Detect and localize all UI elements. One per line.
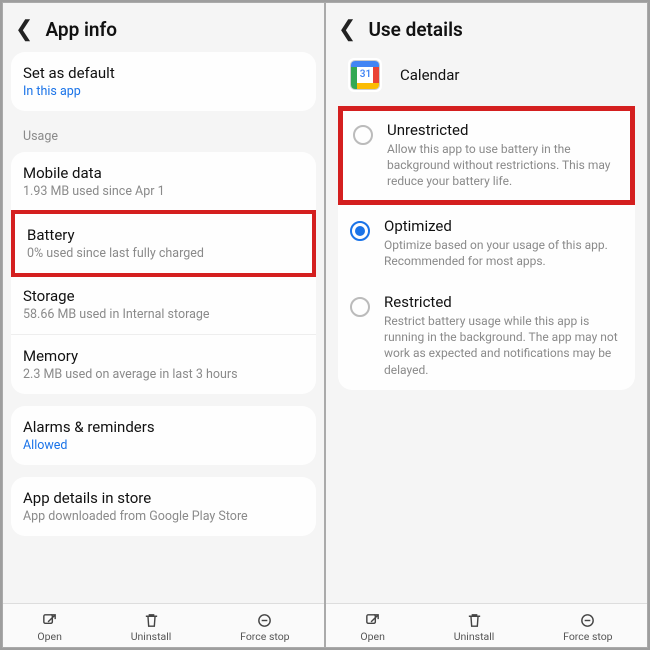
uninstall-button[interactable]: Uninstall (448, 610, 501, 645)
item-sub: 2.3 MB used on average in last 3 hours (23, 367, 304, 382)
app-name: Calendar (400, 66, 460, 84)
force-stop-label: Force stop (563, 630, 612, 643)
option-title: Optimized (384, 217, 623, 235)
open-button[interactable]: Open (354, 610, 391, 645)
header: ❮ App info (3, 3, 324, 52)
uninstall-button[interactable]: Uninstall (125, 610, 178, 645)
item-title: Storage (23, 287, 304, 305)
app-info-screen: ❮ App info Set as default In this app Us… (2, 2, 325, 648)
trash-icon (466, 612, 483, 629)
force-stop-icon (579, 612, 596, 629)
option-sub: Optimize based on your usage of this app… (384, 237, 623, 269)
item-title: Set as default (23, 64, 304, 82)
item-title: App details in store (23, 489, 304, 507)
optimized-option[interactable]: Optimized Optimize based on your usage o… (338, 205, 635, 281)
uninstall-label: Uninstall (454, 630, 495, 643)
option-title: Unrestricted (387, 121, 620, 139)
item-sub: In this app (23, 84, 304, 99)
open-label: Open (360, 630, 385, 643)
calendar-day: 31 (358, 68, 373, 83)
alarms-reminders-row[interactable]: Alarms & reminders Allowed (11, 406, 316, 465)
storage-row[interactable]: Storage 58.66 MB used in Internal storag… (11, 275, 316, 335)
uninstall-label: Uninstall (131, 630, 172, 643)
item-sub: App downloaded from Google Play Store (23, 509, 304, 524)
mobile-data-row[interactable]: Mobile data 1.93 MB used since Apr 1 (11, 152, 316, 212)
use-details-screen: ❮ Use details 31 Calendar Unrestricted (325, 2, 648, 648)
item-sub: 1.93 MB used since Apr 1 (23, 184, 304, 199)
force-stop-button[interactable]: Force stop (557, 610, 618, 645)
item-sub: 0% used since last fully charged (27, 246, 300, 261)
back-icon[interactable]: ❮ (338, 17, 356, 42)
bottom-bar: Open Uninstall Force stop (326, 603, 647, 647)
trash-icon (143, 612, 160, 629)
radio-icon (350, 297, 370, 317)
restricted-option[interactable]: Restricted Restrict battery usage while … (338, 281, 635, 390)
calendar-icon: 31 (348, 58, 382, 92)
usage-section-label: Usage (11, 123, 316, 152)
item-title: Battery (27, 226, 300, 244)
radio-icon (350, 221, 370, 241)
item-sub: 58.66 MB used in Internal storage (23, 307, 304, 322)
back-icon[interactable]: ❮ (15, 17, 33, 42)
bottom-bar: Open Uninstall Force stop (3, 603, 324, 647)
memory-row[interactable]: Memory 2.3 MB used on average in last 3 … (11, 335, 316, 394)
open-label: Open (37, 630, 62, 643)
page-title: App info (45, 18, 117, 41)
option-title: Restricted (384, 293, 623, 311)
unrestricted-option[interactable]: Unrestricted Allow this app to use batte… (338, 106, 635, 205)
radio-icon (353, 125, 373, 145)
app-header-row: 31 Calendar (334, 52, 639, 106)
page-title: Use details (368, 18, 462, 41)
set-as-default-row[interactable]: Set as default In this app (11, 52, 316, 111)
item-title: Mobile data (23, 164, 304, 182)
force-stop-button[interactable]: Force stop (234, 610, 295, 645)
open-button[interactable]: Open (31, 610, 68, 645)
item-sub: Allowed (23, 438, 304, 453)
option-sub: Allow this app to use battery in the bac… (387, 141, 620, 190)
force-stop-label: Force stop (240, 630, 289, 643)
open-icon (364, 612, 381, 629)
item-title: Memory (23, 347, 304, 365)
app-details-store-row[interactable]: App details in store App downloaded from… (11, 477, 316, 536)
battery-row[interactable]: Battery 0% used since last fully charged (11, 210, 316, 277)
force-stop-icon (256, 612, 273, 629)
header: ❮ Use details (326, 3, 647, 52)
item-title: Alarms & reminders (23, 418, 304, 436)
open-icon (41, 612, 58, 629)
option-sub: Restrict battery usage while this app is… (384, 313, 623, 378)
